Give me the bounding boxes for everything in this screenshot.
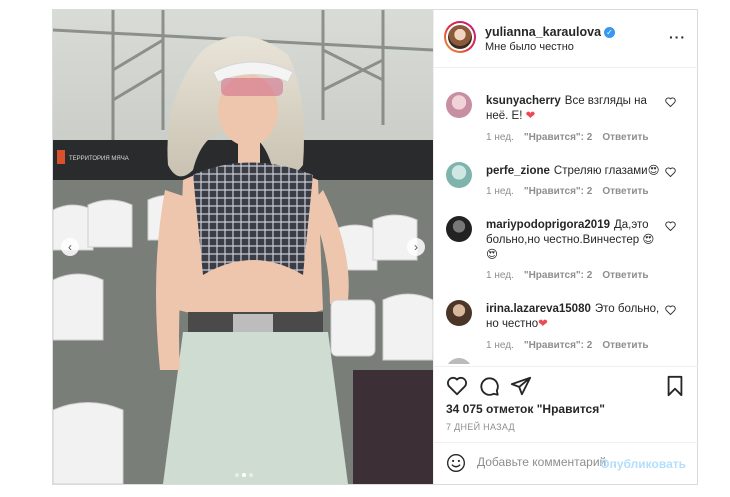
- publish-button[interactable]: Опубликовать: [600, 457, 686, 471]
- share-send-icon[interactable]: [510, 375, 532, 397]
- commenter-avatar[interactable]: [446, 300, 472, 326]
- commenter-username[interactable]: ksunyacherry: [486, 95, 561, 107]
- heart-emoji: ❤: [525, 110, 536, 122]
- commenter-username[interactable]: mariypodoprigora2019: [486, 219, 610, 231]
- author-avatar[interactable]: [444, 21, 476, 53]
- comment-reply-button[interactable]: Ответить: [602, 340, 648, 351]
- comment-meta: 1 нед. "Нравится": 2 Ответить: [486, 186, 659, 197]
- carousel-dots: [233, 466, 254, 480]
- commenter-username[interactable]: perfe_zione: [486, 165, 550, 177]
- author-username-row[interactable]: yulianna_karaulova ✓: [485, 25, 616, 39]
- comment-time: 1 нед.: [486, 340, 514, 351]
- commenter-avatar[interactable]: [446, 216, 472, 242]
- comment-likes[interactable]: "Нравится": 2: [524, 132, 593, 143]
- post-side-panel: yulianna_karaulova ✓ Мне было честно ··· …: [433, 10, 698, 484]
- comment-meta: 1 нед. "Нравится": 2 Ответить: [486, 132, 659, 143]
- carousel-dot: [248, 473, 253, 477]
- like-comment-heart-icon[interactable]: [665, 221, 676, 231]
- post-date[interactable]: 7 ДНЕЙ НАЗАД: [446, 422, 515, 432]
- add-comment-bar: Опубликовать: [434, 442, 698, 484]
- comment-body: Стреляю глазами: [553, 165, 648, 177]
- like-heart-icon[interactable]: [446, 375, 468, 397]
- carousel-dot-active: [241, 473, 246, 477]
- comment-reply-button[interactable]: Ответить: [602, 270, 648, 281]
- comment-likes[interactable]: "Нравится": 2: [524, 340, 593, 351]
- post-actions-bar: [434, 366, 698, 402]
- comment-input[interactable]: [477, 455, 617, 469]
- carousel-dot: [234, 473, 239, 477]
- post-caption-preview: Мне было честно: [485, 41, 574, 53]
- comment-text: perfe_zione Стреляю глазами😍: [486, 164, 662, 179]
- commenter-avatar[interactable]: [446, 162, 472, 188]
- comment-text: ksunyacherry Все взгляды на неё. Е! ❤: [486, 94, 662, 124]
- post-photo[interactable]: ТЕРРИТОРИЯ МЯЧА ‹ ›: [53, 10, 433, 484]
- more-options-icon[interactable]: ···: [669, 29, 686, 45]
- photo-sign-text: ТЕРРИТОРИЯ МЯЧА: [69, 156, 129, 162]
- comment-likes[interactable]: "Нравится": 2: [524, 186, 593, 197]
- author-username[interactable]: yulianna_karaulova: [485, 25, 601, 39]
- instagram-post: ТЕРРИТОРИЯ МЯЧА ‹ › yulianna_karaulova ✓…: [52, 9, 698, 485]
- emoji-smile-icon[interactable]: [446, 453, 466, 473]
- comments-list: ksunyacherry Все взгляды на неё. Е! ❤ 1 н…: [434, 68, 698, 364]
- commenter-avatar[interactable]: [446, 358, 472, 364]
- heart-eyes-emoji: 😍: [647, 165, 660, 177]
- comment-meta: 1 нед. "Нравится": 2 Ответить: [486, 270, 659, 281]
- heart-emoji: ❤: [538, 318, 548, 330]
- like-comment-heart-icon[interactable]: [665, 167, 676, 177]
- comment-bubble-icon[interactable]: [478, 375, 500, 397]
- comment-meta: 1 нед. "Нравится": 2 Ответить: [486, 340, 659, 351]
- like-comment-heart-icon[interactable]: [665, 305, 676, 315]
- photo-illustration: ТЕРРИТОРИЯ МЯЧА: [53, 10, 433, 484]
- comment-likes[interactable]: "Нравится": 2: [524, 270, 593, 281]
- post-header: yulianna_karaulova ✓ Мне было честно ···: [434, 10, 698, 68]
- commenter-avatar[interactable]: [446, 92, 472, 118]
- photo-next-arrow-icon[interactable]: ›: [407, 238, 425, 256]
- like-comment-heart-icon[interactable]: [665, 97, 676, 107]
- likes-count[interactable]: 34 075 отметок "Нравится": [446, 402, 605, 416]
- verified-badge-icon: ✓: [604, 27, 616, 38]
- comment-reply-button[interactable]: Ответить: [602, 186, 648, 197]
- comment-text: mariypodoprigora2019 Да,это больно,но чес…: [486, 218, 662, 263]
- comment-time: 1 нед.: [486, 132, 514, 143]
- comment-time: 1 нед.: [486, 186, 514, 197]
- save-bookmark-icon[interactable]: [664, 375, 686, 397]
- commenter-username[interactable]: irina.lazareva15080: [486, 303, 591, 315]
- comment-reply-button[interactable]: Ответить: [602, 132, 648, 143]
- comment-text: irina.lazareva15080 Это больно, но честно…: [486, 302, 662, 332]
- comment-time: 1 нед.: [486, 270, 514, 281]
- photo-prev-arrow-icon[interactable]: ‹: [61, 238, 79, 256]
